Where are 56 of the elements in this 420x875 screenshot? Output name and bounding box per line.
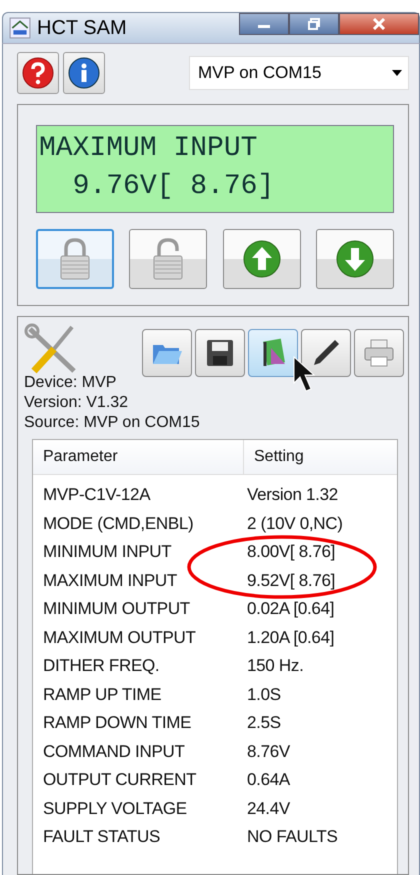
table-cell-text: RAMP UP TIME: [42, 684, 162, 705]
table-cell-text: COMMAND INPUT: [42, 742, 186, 762]
port-dropdown[interactable]: MVP on COM15: [189, 56, 409, 90]
table-cell-text: 8.76V: [246, 742, 290, 762]
maximize-button[interactable]: [289, 13, 339, 35]
restore-icon: [307, 18, 321, 30]
table-cell-text: MODE (CMD,ENBL): [42, 514, 194, 534]
column-header[interactable]: Setting: [244, 440, 314, 474]
table-cell-text: 150 Hz.: [246, 656, 304, 676]
table-cell-text: Version 1.32: [246, 485, 338, 506]
table-cell-text: SUPPLY VOLTAGE: [42, 798, 188, 819]
table-cell-text: 1.20A [0.64]: [246, 628, 334, 648]
table-cell-text: 9.52V[ 8.76]: [246, 570, 336, 591]
device-info-text: Version: V1.32: [24, 393, 130, 413]
table-cell-text: DITHER FREQ.: [42, 656, 160, 676]
table-cell-text: FAULT STATUS: [42, 827, 161, 848]
house-logo-icon: [9, 17, 31, 39]
device-button[interactable]: [248, 329, 298, 377]
up-button[interactable]: [222, 229, 301, 289]
table-cell-text: 0.02A [0.64]: [246, 599, 334, 620]
caret-icon: [392, 70, 402, 76]
table-cell-text: MINIMUM INPUT: [42, 542, 172, 562]
lock-button[interactable]: [36, 229, 114, 289]
table-cell-text: MAXIMUM OUTPUT: [42, 628, 197, 648]
close-button[interactable]: [339, 13, 419, 35]
table-cell-text: OUTPUT CURRENT: [42, 770, 198, 790]
info-icon: [67, 56, 101, 90]
display-line: 9.76V[ 8.76]: [72, 170, 276, 204]
open-padlock-icon: [151, 237, 186, 281]
window-title: HCT SAM: [37, 16, 127, 40]
display-line: MAXIMUM INPUT: [39, 132, 258, 166]
table-cell-text: 24.4V: [246, 798, 290, 819]
table-cell-text: MINIMUM OUTPUT: [42, 599, 191, 620]
device-info-text: Device: MVP: [24, 373, 118, 393]
table-cell-text: 0.64A: [246, 770, 290, 790]
table-cell-text: NO FAULTS: [246, 827, 338, 848]
padlock-icon: [58, 237, 92, 281]
down-button[interactable]: [316, 229, 394, 289]
table-cell-text: MVP-C1V-12A: [42, 485, 152, 506]
table-cell-text: 2 (10V 0,NC): [246, 514, 343, 534]
table-cell-text: MAXIMUM INPUT: [42, 570, 178, 591]
table-cell-text: 8.00V[ 8.76]: [246, 542, 336, 562]
unlock-button[interactable]: [129, 229, 208, 289]
close-icon: [372, 18, 386, 30]
table-cell-text: 2.5S: [246, 713, 281, 734]
help-icon: [21, 56, 55, 90]
minimize-button[interactable]: [239, 13, 289, 35]
printer-icon: [363, 338, 395, 368]
pen-icon: [311, 338, 341, 368]
table-cell-text: 1.0S: [246, 684, 281, 705]
save-button[interactable]: [195, 329, 245, 377]
help-button[interactable]: [17, 52, 59, 94]
table-cell-text: RAMP DOWN TIME: [42, 713, 192, 734]
column-header[interactable]: Parameter: [33, 440, 244, 474]
info-button[interactable]: [63, 52, 105, 94]
device-info-text: Source: MVP on COM15: [24, 413, 201, 433]
